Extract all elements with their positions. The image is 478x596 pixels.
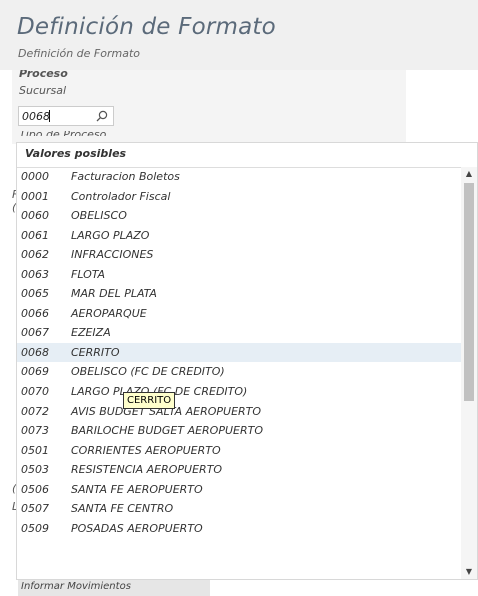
option-name: OBELISCO (FC DE CREDITO) (71, 365, 225, 379)
list-item[interactable]: 0507 SANTA FE CENTRO (17, 499, 461, 519)
tooltip: CERRITO (123, 392, 176, 409)
option-code: 0073 (21, 424, 49, 438)
list-item[interactable]: 0068 CERRITO (17, 342, 461, 363)
scrollbar[interactable]: ▲ ▼ (461, 167, 477, 579)
list-item[interactable]: 0501 CORRIENTES AEROPUERTO (17, 441, 461, 461)
option-name: CERRITO (71, 345, 120, 359)
option-name: POSADAS AEROPUERTO (71, 521, 203, 535)
page-title: Definición de Formato (17, 14, 276, 40)
option-name: EZEIZA (71, 326, 111, 340)
list-item[interactable]: 0061 LARGO PLAZO (17, 226, 461, 246)
dropdown-title: Valores posibles (17, 143, 477, 168)
possible-values-dropdown: Valores posibles 0000 Facturacion Boletos… (16, 142, 478, 580)
option-code: 0503 (21, 463, 49, 477)
option-name: BARILOCHE BUDGET AEROPUERTO (71, 424, 263, 438)
list-item[interactable]: 0066 AEROPARQUE (17, 304, 461, 324)
list-item[interactable]: 0073 BARILOCHE BUDGET AEROPUERTO (17, 421, 461, 441)
list-item[interactable]: 0062 INFRACCIONES (17, 245, 461, 265)
search-icon[interactable] (95, 109, 109, 123)
option-code: 0001 (21, 189, 49, 203)
list-item[interactable]: 0063 FLOTA (17, 265, 461, 285)
list-item[interactable]: 0001 Controlador Fiscal (17, 187, 461, 207)
list-item[interactable]: 0069 OBELISCO (FC DE CREDITO) (17, 362, 461, 382)
list-item[interactable]: 0509 POSADAS AEROPUERTO (17, 519, 461, 539)
next-field-label: Tipo de Proceso (19, 131, 106, 136)
list-item[interactable]: 0060 OBELISCO (17, 206, 461, 226)
option-code: 0070 (21, 385, 49, 399)
text-caret (49, 110, 50, 122)
option-code: 0506 (21, 482, 49, 496)
option-code: 0063 (21, 267, 49, 281)
list-item[interactable]: 0065 MAR DEL PLATA (17, 284, 461, 304)
list-item[interactable]: 0067 EZEIZA (17, 323, 461, 343)
section-label: Proceso (19, 70, 68, 80)
sucursal-label: Sucursal (19, 84, 67, 97)
option-code: 0000 (21, 170, 49, 183)
page-header: Definición de Formato Definición de Form… (0, 0, 478, 70)
option-name: RESISTENCIA AEROPUERTO (71, 463, 223, 477)
option-name: SANTA FE AEROPUERTO (71, 482, 203, 496)
option-name: SANTA FE CENTRO (71, 502, 174, 516)
list-item[interactable]: 0506 SANTA FE AEROPUERTO (17, 480, 461, 500)
list-item[interactable]: 0072 AVIS BUDGET SALTA AEROPUERTO (17, 402, 461, 422)
form-panel: Proceso Sucursal Tipo de Proceso (12, 70, 406, 144)
option-code: 0065 (21, 287, 49, 301)
option-code: 0061 (21, 228, 49, 242)
option-name: OBELISCO (71, 209, 127, 223)
option-code: 0069 (21, 365, 49, 379)
sucursal-field[interactable] (18, 106, 114, 126)
option-name: AEROPARQUE (71, 306, 147, 320)
option-name: Facturacion Boletos (71, 170, 180, 183)
option-name: CORRIENTES AEROPUERTO (71, 443, 221, 457)
option-name: Controlador Fiscal (71, 189, 171, 203)
option-name: MAR DEL PLATA (71, 287, 157, 301)
option-code: 0501 (21, 443, 49, 457)
page-subtitle: Definición de Formato (18, 47, 140, 60)
list-item[interactable]: 0000 Facturacion Boletos (17, 167, 461, 187)
option-code: 0060 (21, 209, 49, 223)
list-item[interactable]: 0503 RESISTENCIA AEROPUERTO (17, 460, 461, 480)
option-name: LARGO PLAZO (71, 228, 150, 242)
list-item[interactable]: 0070LARGO PLAZO (FC DE CREDITO) (17, 382, 461, 402)
triangle-down-icon[interactable]: ▼ (461, 565, 477, 579)
options-list: 0000 Facturacion Boletos 0001 Controlador F… (17, 167, 461, 538)
option-code: 0072 (21, 404, 49, 418)
option-code: 0062 (21, 248, 49, 262)
option-code: 0507 (21, 502, 49, 516)
triangle-up-icon[interactable]: ▲ (461, 167, 477, 181)
option-code: 0066 (21, 306, 49, 320)
informar-movimientos-item[interactable]: Informar Movimientos (18, 580, 210, 596)
option-name: INFRACCIONES (71, 248, 154, 262)
option-name: FLOTA (71, 267, 106, 281)
option-code: 0509 (21, 521, 49, 535)
option-code: 0067 (21, 326, 49, 340)
scrollbar-thumb[interactable] (464, 183, 474, 401)
option-code: 0068 (21, 345, 49, 359)
sucursal-input[interactable] (19, 107, 92, 125)
